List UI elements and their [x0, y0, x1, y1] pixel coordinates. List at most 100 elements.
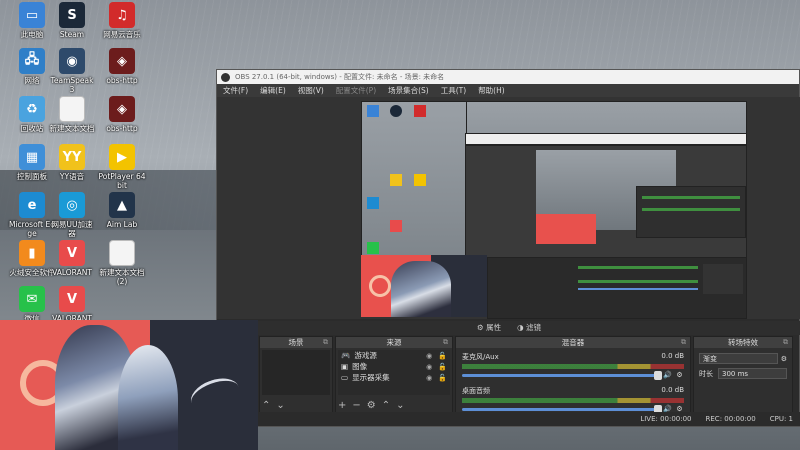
desktop-icon-obs2[interactable]: ◈ obs-http: [98, 96, 146, 133]
network-icon: 🖧: [19, 48, 45, 74]
desktop-icon-label: VALORANT: [52, 268, 92, 277]
menu-tools[interactable]: 工具(T): [441, 84, 466, 97]
eye-icon[interactable]: ◉: [426, 374, 432, 382]
sources-dock: 来源 ⧉ 🎮 游戏源 ◉ 🔓 ▣ 图像 ◉ 🔓 ▭ 显示器采集 ◉ 🔓 + − ⚙ ⌃: [335, 336, 453, 414]
scenes-dock: 场景 ⧉ ⌃ ⌄: [259, 336, 333, 414]
source-toolbar: ⚙ 属性 ◑ 滤镜: [217, 321, 800, 335]
scene-move-up-button[interactable]: ⌃: [262, 400, 270, 411]
desktop-icon-uu[interactable]: ◎ 网易UU加速器: [48, 192, 96, 238]
scene-move-down-button[interactable]: ⌄: [276, 400, 284, 411]
preview-valorant-image: [361, 255, 487, 317]
monitor-icon: ▭: [341, 373, 349, 382]
menu-help[interactable]: 帮助(H): [478, 84, 505, 97]
duration-input[interactable]: 300 ms: [718, 368, 787, 379]
desktop-icon-steam[interactable]: S Steam: [48, 2, 96, 39]
cpu-status: CPU: 1: [769, 415, 793, 423]
mixer-dock-float-icon[interactable]: ⧉: [681, 337, 686, 348]
desktop-icon-teamspeak[interactable]: ◉ TeamSpeak 3: [48, 48, 96, 94]
yy-icon: YY: [59, 144, 85, 170]
lock-icon[interactable]: 🔓: [438, 363, 447, 371]
desktop-icon-aimlab[interactable]: ▲ Aim Lab: [98, 192, 146, 229]
menu-scene-collection[interactable]: 场景集合(S): [388, 84, 429, 97]
lock-icon[interactable]: 🔓: [438, 374, 447, 382]
desktop-icon-label: Steam: [59, 30, 85, 39]
desktop-icon-label: 新建文本文档 (2): [99, 268, 145, 286]
add-source-button[interactable]: +: [338, 400, 346, 411]
menu-file[interactable]: 文件(F): [223, 84, 248, 97]
source-move-up-button[interactable]: ⌃: [382, 400, 390, 411]
desktop-icon-netease-music[interactable]: ♫ 网易云音乐: [98, 2, 146, 39]
transition-settings-icon[interactable]: ⚙: [781, 355, 787, 363]
channel-db: 0.0 dB: [661, 386, 684, 394]
lock-icon[interactable]: 🔓: [438, 352, 447, 360]
edge-icon: e: [19, 192, 45, 218]
this-pc-icon: ▭: [19, 2, 45, 28]
desktop-icon-yy[interactable]: YY YY语音: [48, 144, 96, 181]
obs-menu-bar: 文件(F) 编辑(E) 视图(V) 配置文件(P) 场景集合(S) 工具(T) …: [217, 84, 799, 97]
transition-dock-float-icon[interactable]: ⧉: [783, 337, 788, 348]
obs-preview[interactable]: [217, 97, 800, 319]
scenes-dock-float-icon[interactable]: ⧉: [323, 337, 328, 348]
sources-header: 来源: [386, 338, 402, 347]
mixer-channel: 麦克风/Aux 0.0 dB 🔊 ⚙: [458, 350, 688, 380]
desktop-icon-valorant[interactable]: V VALORANT: [48, 240, 96, 277]
sources-dock-float-icon[interactable]: ⧉: [443, 337, 448, 348]
obs-window[interactable]: OBS 27.0.1 (64-bit, windows) - 配置文件: 未命名…: [216, 69, 800, 427]
image-icon: ▣: [341, 362, 349, 371]
desktop-icon-obs[interactable]: ◈ obs-http: [98, 48, 146, 85]
menu-view[interactable]: 视图(V): [298, 84, 324, 97]
desktop-icon-new-text-doc2[interactable]: 新建文本文档 (2): [98, 240, 146, 286]
duration-label: 时长: [699, 369, 713, 378]
obs-logo-icon: [221, 73, 230, 82]
obs-title-bar[interactable]: OBS 27.0.1 (64-bit, windows) - 配置文件: 未命名…: [217, 70, 799, 84]
transition-select[interactable]: 渐变: [699, 353, 778, 364]
valorant-icon: V: [59, 240, 85, 266]
potplayer-icon: ▶: [109, 144, 135, 170]
aimlab-icon: ▲: [109, 192, 135, 218]
steam-icon: S: [59, 2, 85, 28]
eye-icon[interactable]: ◉: [426, 352, 432, 360]
uu-icon: ◎: [59, 192, 85, 218]
source-move-down-button[interactable]: ⌄: [396, 400, 404, 411]
desktop-icon-new-text-doc[interactable]: 新建文本文档: [48, 96, 96, 133]
volume-slider[interactable]: [462, 370, 662, 380]
menu-profile[interactable]: 配置文件(P): [336, 84, 376, 97]
desktop-icon-label: PotPlayer 64 bit: [98, 172, 146, 190]
desktop-icon-label: Aim Lab: [106, 220, 138, 229]
new-text-doc-icon: [59, 96, 85, 122]
obs-title: OBS 27.0.1 (64-bit, windows) - 配置文件: 未命名…: [235, 73, 445, 81]
speaker-icon[interactable]: 🔊: [663, 371, 672, 380]
source-item[interactable]: 🎮 游戏源 ◉ 🔓: [338, 350, 450, 361]
preview-obs-nested: [465, 145, 747, 263]
gamepad-icon: 🎮: [341, 351, 351, 360]
channel-label: 麦克风/Aux: [462, 353, 499, 361]
menu-edit[interactable]: 编辑(E): [260, 84, 286, 97]
remove-source-button[interactable]: −: [352, 400, 360, 411]
transition-body: 渐变 ⚙ 时长 300 ms: [696, 350, 790, 411]
teamspeak-icon: ◉: [59, 48, 85, 74]
source-label: 显示器采集: [352, 373, 390, 382]
channel-label: 桌面音频: [462, 387, 490, 395]
properties-button[interactable]: ⚙ 属性: [477, 321, 501, 335]
source-label: 游戏源: [354, 351, 377, 360]
desktop-icon-label: YY语音: [59, 172, 85, 181]
eye-icon[interactable]: ◉: [426, 363, 432, 371]
preview-obs-titlebar: [465, 133, 747, 145]
live-status: LIVE: 00:00:00: [640, 415, 692, 423]
desktop-icon-valorant2[interactable]: V VALORANT: [48, 286, 96, 323]
desktop-icon-label: obs-http: [106, 76, 138, 85]
obs-status-bar: LIVE: 00:00:00 REC: 00:00:00 CPU: 1: [217, 412, 800, 426]
valorant2-icon: V: [59, 286, 85, 312]
gear-icon[interactable]: ⚙: [675, 371, 684, 380]
desktop-icon-potplayer[interactable]: ▶ PotPlayer 64 bit: [98, 144, 146, 190]
source-item[interactable]: ▣ 图像 ◉ 🔓: [338, 361, 450, 372]
filters-button[interactable]: ◑ 滤镜: [517, 321, 541, 335]
volume-slider-knob[interactable]: [654, 370, 662, 380]
source-settings-icon[interactable]: ⚙: [367, 400, 376, 411]
sources-list: 🎮 游戏源 ◉ 🔓 ▣ 图像 ◉ 🔓 ▭ 显示器采集 ◉ 🔓: [338, 350, 450, 395]
mixer-header: 混音器: [561, 338, 585, 347]
volume-slider[interactable]: [462, 404, 662, 414]
desktop-icon-label: 网易云音乐: [103, 30, 141, 39]
scenes-list[interactable]: [262, 350, 330, 395]
source-item[interactable]: ▭ 显示器采集 ◉ 🔓: [338, 372, 450, 383]
